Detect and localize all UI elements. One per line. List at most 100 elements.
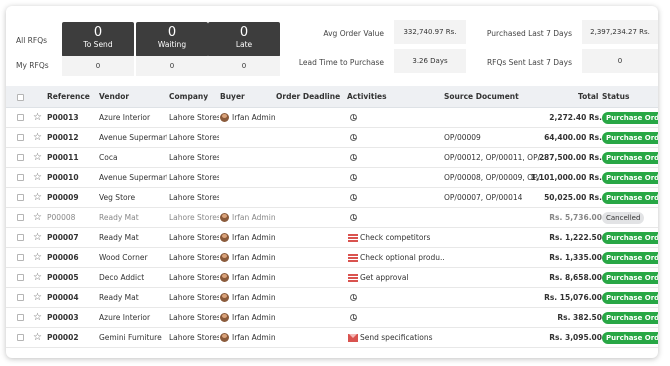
row-checkbox[interactable] [17,214,24,221]
late-box[interactable]: 0 Late [208,22,280,57]
select-all-checkbox[interactable] [17,94,24,101]
clock-icon[interactable] [350,114,357,121]
star-icon[interactable]: ☆ [33,108,42,128]
all-rfqs-label[interactable]: All RFQs [16,36,47,45]
col-status[interactable]: Status [602,86,629,108]
row-company: Lahore Stores [169,173,219,182]
col-buyer[interactable]: Buyer [220,86,245,108]
col-reference[interactable]: Reference [47,86,90,108]
row-reference: P00003 [47,313,79,322]
todo-list-icon[interactable] [348,234,358,242]
avg-order-value-label: Avg Order Value [323,29,384,38]
row-total: Rs. 8,658.00 [549,273,602,282]
col-company[interactable]: Company [169,86,208,108]
my-to-send-count[interactable]: 0 [62,56,134,76]
row-checkbox[interactable] [17,174,24,181]
row-company: Lahore Stores [169,213,219,222]
clock-icon[interactable] [350,294,357,301]
late-label: Late [235,40,253,49]
to-send-label: To Send [83,40,113,49]
row-checkbox[interactable] [17,194,24,201]
table-row[interactable]: ☆ P00009 Veg Store Lahore Stores OP/00007, O… [6,188,658,208]
rfqs-sent-label: RFQs Sent Last 7 Days [486,58,572,67]
star-icon[interactable]: ☆ [33,188,42,208]
row-total: Rs. 1,222.50 [549,233,602,242]
table-row[interactable]: ☆ P00004 Ready Mat Lahore Stores Irfan Admin… [6,288,658,308]
row-checkbox[interactable] [17,254,24,261]
row-buyer: Irfan Admin [232,233,276,242]
row-checkbox[interactable] [17,234,24,241]
col-total[interactable]: Total [578,86,599,108]
row-total: Rs. 15,076.00 [544,293,602,302]
row-activity[interactable]: Check competitors [360,228,444,248]
star-icon[interactable]: ☆ [33,288,42,308]
col-vendor[interactable]: Vendor [99,86,129,108]
late-count: 0 [239,25,249,40]
star-icon[interactable]: ☆ [33,328,42,348]
table-row[interactable]: ☆ P00012 Avenue Supermarts Lahore Stores OP/… [6,128,658,148]
table-row[interactable]: ☆ P00008 Ready Mat Lahore Stores Irfan Admin… [6,208,658,228]
clock-icon[interactable] [350,154,357,161]
row-vendor: Wood Corner [99,253,148,262]
star-icon[interactable]: ☆ [33,268,42,288]
status-badge: Purchase Order [602,192,658,204]
row-checkbox[interactable] [17,114,24,121]
col-order-deadline[interactable]: Order Deadline [276,86,340,108]
star-icon[interactable]: ☆ [33,148,42,168]
to-send-box[interactable]: 0 To Send [62,22,134,57]
star-icon[interactable]: ☆ [33,128,42,148]
status-badge: Purchase Order [602,252,658,264]
row-buyer: Irfan Admin [232,293,276,302]
table-row[interactable]: ☆ P00006 Wood Corner Lahore Stores Irfan Adm… [6,248,658,268]
my-rfqs-label[interactable]: My RFQs [16,61,49,70]
my-waiting-count[interactable]: 0 [136,56,208,76]
envelope-icon[interactable] [348,334,358,342]
row-checkbox[interactable] [17,274,24,281]
row-checkbox[interactable] [17,314,24,321]
row-checkbox[interactable] [17,334,24,341]
star-icon[interactable]: ☆ [33,308,42,328]
row-reference: P00011 [47,153,79,162]
purchased-7d-label: Purchased Last 7 Days [486,29,572,38]
row-buyer: Irfan Admin [232,273,276,282]
star-icon[interactable]: ☆ [33,208,42,228]
row-checkbox[interactable] [17,134,24,141]
avatar [220,253,229,262]
star-icon[interactable]: ☆ [33,168,42,188]
col-activities[interactable]: Activities [347,86,387,108]
star-icon[interactable]: ☆ [33,228,42,248]
table-row[interactable]: ☆ P00011 Coca Lahore Stores OP/00012, OP/000… [6,148,658,168]
rfqs-sent-value: 0 [582,49,658,73]
status-badge: Purchase Order [602,152,658,164]
row-vendor: Azure Interior [99,113,151,122]
todo-list-icon[interactable] [348,254,358,262]
row-checkbox[interactable] [17,294,24,301]
clock-icon[interactable] [350,314,357,321]
row-activity[interactable]: Check optional produ... [360,248,444,268]
table-row[interactable]: ☆ P00007 Ready Mat Lahore Stores Irfan Admin… [6,228,658,248]
star-icon[interactable]: ☆ [33,248,42,268]
table-row[interactable]: ☆ P00013 Azure Interior Lahore Stores Irfan … [6,108,658,128]
clock-icon[interactable] [350,134,357,141]
table-row[interactable]: ☆ P00010 Avenue Supermarts Lahore Stores OP/… [6,168,658,188]
clock-icon[interactable] [350,214,357,221]
row-activity[interactable]: Send specifications [360,328,444,348]
row-company: Lahore Stores [169,313,219,322]
my-late-count[interactable]: 0 [208,56,280,76]
avatar [220,313,229,322]
row-vendor: Veg Store [99,193,136,202]
table-row[interactable]: ☆ P00003 Azure Interior Lahore Stores Irfan … [6,308,658,328]
todo-list-icon[interactable] [348,274,358,282]
avg-order-value: 332,740.97 Rs. [394,20,466,44]
row-total: 1,101,000.00 Rs. [530,173,602,182]
row-activity[interactable]: Get approval [360,268,444,288]
status-badge: Cancelled [602,212,645,224]
table-row[interactable]: ☆ P00002 Gemini Furniture Lahore Stores Irfa… [6,328,658,348]
clock-icon[interactable] [350,174,357,181]
row-checkbox[interactable] [17,154,24,161]
table-row[interactable]: ☆ P00005 Deco Addict Lahore Stores Irfan Adm… [6,268,658,288]
clock-icon[interactable] [350,194,357,201]
row-vendor: Azure Interior [99,313,151,322]
col-source-document[interactable]: Source Document [444,86,519,108]
waiting-box[interactable]: 0 Waiting [136,22,208,57]
